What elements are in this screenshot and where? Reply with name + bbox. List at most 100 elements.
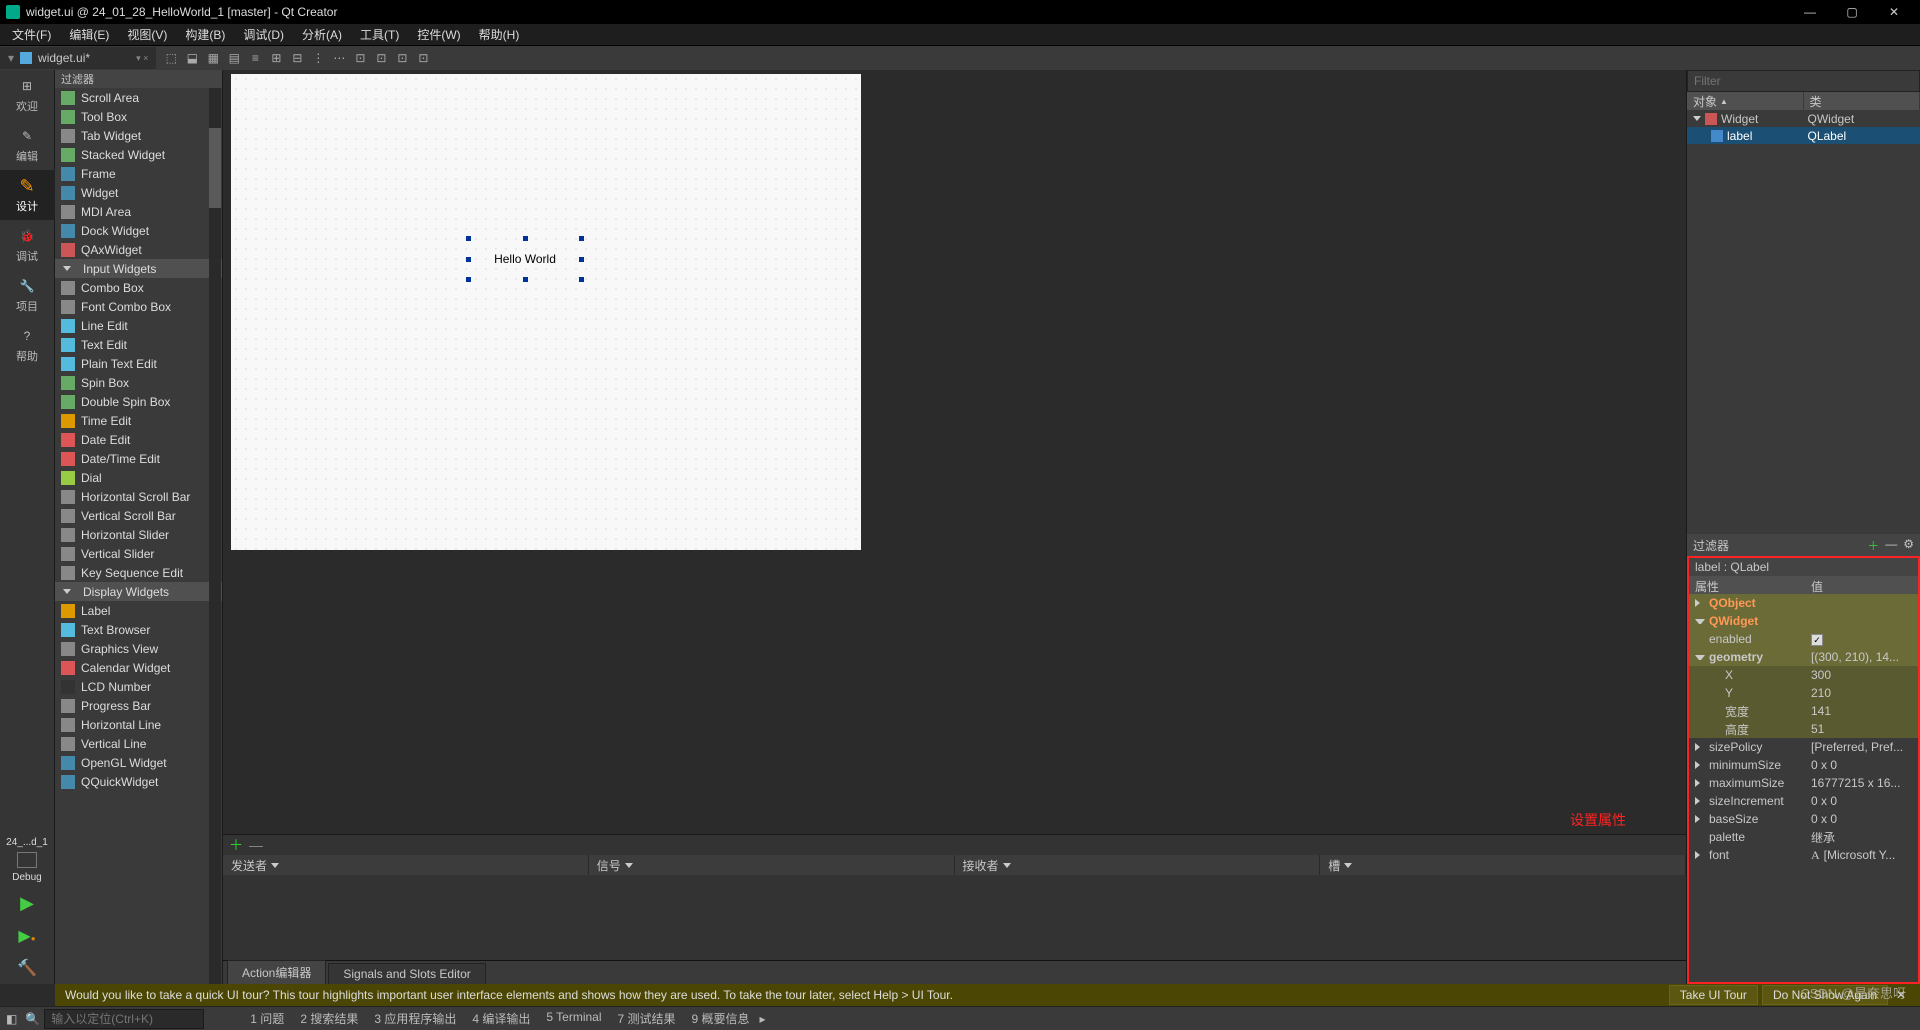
maximize-button[interactable]: ▢ bbox=[1832, 2, 1872, 22]
prop-value-header[interactable]: 值 bbox=[1805, 576, 1918, 594]
widget-item[interactable]: Date Edit bbox=[55, 430, 222, 449]
widget-item[interactable]: Key Sequence Edit bbox=[55, 563, 222, 582]
mode-edit[interactable]: ✎编辑 bbox=[0, 120, 55, 170]
prop-row[interactable]: geometry[(300, 210), 14... bbox=[1689, 648, 1918, 666]
widget-box-filter[interactable]: 过滤器 bbox=[55, 70, 222, 88]
widget-item[interactable]: Dial bbox=[55, 468, 222, 487]
toolbar-button[interactable]: ⋮ bbox=[309, 49, 327, 67]
mode-help[interactable]: ?帮助 bbox=[0, 320, 55, 370]
widget-item[interactable]: MDI Area bbox=[55, 202, 222, 221]
widget-item[interactable]: Tool Box bbox=[55, 107, 222, 126]
signal-col-header[interactable]: 发送者 bbox=[223, 855, 589, 875]
prop-name-header[interactable]: 属性 bbox=[1689, 576, 1805, 594]
widget-item[interactable]: Time Edit bbox=[55, 411, 222, 430]
mode-design[interactable]: ✎设计 bbox=[0, 170, 55, 220]
remove-prop-button[interactable]: — bbox=[1885, 537, 1897, 554]
output-pane-tab[interactable]: 4 编译输出 bbox=[466, 1010, 536, 1027]
signal-col-header[interactable]: 槽 bbox=[1320, 855, 1686, 875]
toolbar-button[interactable]: ⊡ bbox=[372, 49, 390, 67]
widget-item[interactable]: Combo Box bbox=[55, 278, 222, 297]
prop-row[interactable]: 高度51 bbox=[1689, 720, 1918, 738]
menu-item[interactable]: 帮助(H) bbox=[471, 24, 528, 45]
widget-item[interactable]: Label bbox=[55, 601, 222, 620]
widget-item[interactable]: Vertical Scroll Bar bbox=[55, 506, 222, 525]
toolbar-button[interactable]: ⊞ bbox=[267, 49, 285, 67]
output-pane-tab[interactable]: 7 测试结果 bbox=[612, 1010, 682, 1027]
widget-item[interactable]: Widget bbox=[55, 183, 222, 202]
widget-item[interactable]: Calendar Widget bbox=[55, 658, 222, 677]
mode-bug[interactable]: 🐞调试 bbox=[0, 220, 55, 270]
widget-item[interactable]: Plain Text Edit bbox=[55, 354, 222, 373]
widget-item[interactable]: Progress Bar bbox=[55, 696, 222, 715]
form-widget[interactable]: Hello World bbox=[231, 74, 861, 550]
toolbar-button[interactable]: ≡ bbox=[246, 49, 264, 67]
prop-row[interactable]: enabled✓ bbox=[1689, 630, 1918, 648]
property-filter[interactable]: 过滤器 ＋ — ⚙ bbox=[1687, 534, 1920, 556]
widget-item[interactable]: Graphics View bbox=[55, 639, 222, 658]
toolbar-button[interactable]: ⊡ bbox=[351, 49, 369, 67]
output-pane-tab[interactable]: 3 应用程序输出 bbox=[368, 1010, 462, 1027]
menu-item[interactable]: 工具(T) bbox=[352, 24, 407, 45]
widget-item[interactable]: Scroll Area bbox=[55, 88, 222, 107]
toolbar-button[interactable]: ▦ bbox=[204, 49, 222, 67]
take-tour-button[interactable]: Take UI Tour bbox=[1669, 985, 1758, 1005]
checkbox-icon[interactable]: ✓ bbox=[1811, 634, 1823, 646]
widget-category[interactable]: Display Widgets bbox=[55, 582, 222, 601]
menu-item[interactable]: 调试(D) bbox=[235, 24, 292, 45]
menu-item[interactable]: 视图(V) bbox=[119, 24, 175, 45]
prop-row[interactable]: Y210 bbox=[1689, 684, 1918, 702]
toolbar-button[interactable]: ⬚ bbox=[162, 49, 180, 67]
prop-row[interactable]: fontA[Microsoft Y... bbox=[1689, 846, 1918, 864]
object-col-header[interactable]: 对象▲ bbox=[1687, 92, 1804, 110]
object-tree[interactable]: WidgetQWidgetlabelQLabel bbox=[1687, 110, 1920, 534]
config-prop-button[interactable]: ⚙ bbox=[1903, 537, 1914, 554]
widget-item[interactable]: Text Edit bbox=[55, 335, 222, 354]
menu-item[interactable]: 文件(F) bbox=[4, 24, 59, 45]
widget-item[interactable]: Tab Widget bbox=[55, 126, 222, 145]
widget-item[interactable]: Horizontal Scroll Bar bbox=[55, 487, 222, 506]
toolbar-button[interactable]: ⬓ bbox=[183, 49, 201, 67]
editor-tab[interactable]: Signals and Slots Editor bbox=[328, 963, 485, 984]
output-pane-tab[interactable]: 1 问题 bbox=[244, 1010, 290, 1027]
prop-row[interactable]: maximumSize16777215 x 16... bbox=[1689, 774, 1918, 792]
run-button[interactable]: ▶ bbox=[0, 887, 55, 920]
widget-item[interactable]: Frame bbox=[55, 164, 222, 183]
prop-row[interactable]: X300 bbox=[1689, 666, 1918, 684]
prop-row[interactable]: baseSize0 x 0 bbox=[1689, 810, 1918, 828]
close-button[interactable]: ✕ bbox=[1874, 2, 1914, 22]
widget-item[interactable]: Vertical Slider bbox=[55, 544, 222, 563]
prop-row[interactable]: sizeIncrement0 x 0 bbox=[1689, 792, 1918, 810]
widget-box-scrollbar[interactable] bbox=[209, 88, 221, 984]
form-canvas[interactable]: Hello World 设置属性 bbox=[223, 70, 1686, 834]
editor-tab[interactable]: Action编辑器 bbox=[227, 960, 326, 984]
widget-item[interactable]: Text Browser bbox=[55, 620, 222, 639]
widget-item[interactable]: Date/Time Edit bbox=[55, 449, 222, 468]
kit-selector[interactable]: 24_...d_1 Debug bbox=[0, 837, 55, 887]
widget-item[interactable]: Double Spin Box bbox=[55, 392, 222, 411]
minimize-button[interactable]: — bbox=[1790, 2, 1830, 22]
toolbar-button[interactable]: ⊡ bbox=[393, 49, 411, 67]
object-row[interactable]: labelQLabel bbox=[1687, 127, 1920, 144]
file-tab[interactable]: ▾ widget.ui* ▾ × bbox=[0, 47, 156, 69]
panes-more-icon[interactable]: ▸ bbox=[760, 1012, 766, 1026]
output-pane-tab[interactable]: 9 概要信息 bbox=[686, 1010, 756, 1027]
object-row[interactable]: WidgetQWidget bbox=[1687, 110, 1920, 127]
mode-grid[interactable]: ⊞欢迎 bbox=[0, 70, 55, 120]
toolbar-button[interactable]: ⋯ bbox=[330, 49, 348, 67]
output-pane-tab[interactable]: 2 搜索结果 bbox=[294, 1010, 364, 1027]
widget-item[interactable]: Font Combo Box bbox=[55, 297, 222, 316]
signal-col-header[interactable]: 信号 bbox=[589, 855, 955, 875]
widget-item[interactable]: Spin Box bbox=[55, 373, 222, 392]
remove-signal-button[interactable]: — bbox=[249, 837, 263, 853]
prop-category[interactable]: QWidget bbox=[1689, 612, 1918, 630]
add-signal-button[interactable]: ＋ bbox=[229, 835, 243, 855]
toolbar-button[interactable]: ▤ bbox=[225, 49, 243, 67]
menu-item[interactable]: 编辑(E) bbox=[61, 24, 117, 45]
prop-row[interactable]: sizePolicy[Preferred, Pref... bbox=[1689, 738, 1918, 756]
menu-item[interactable]: 构建(B) bbox=[177, 24, 233, 45]
prop-row[interactable]: palette继承 bbox=[1689, 828, 1918, 846]
class-col-header[interactable]: 类 bbox=[1804, 92, 1920, 110]
widget-item[interactable]: Horizontal Line bbox=[55, 715, 222, 734]
toolbar-button[interactable]: ⊟ bbox=[288, 49, 306, 67]
mode-wrench[interactable]: 🔧项目 bbox=[0, 270, 55, 320]
